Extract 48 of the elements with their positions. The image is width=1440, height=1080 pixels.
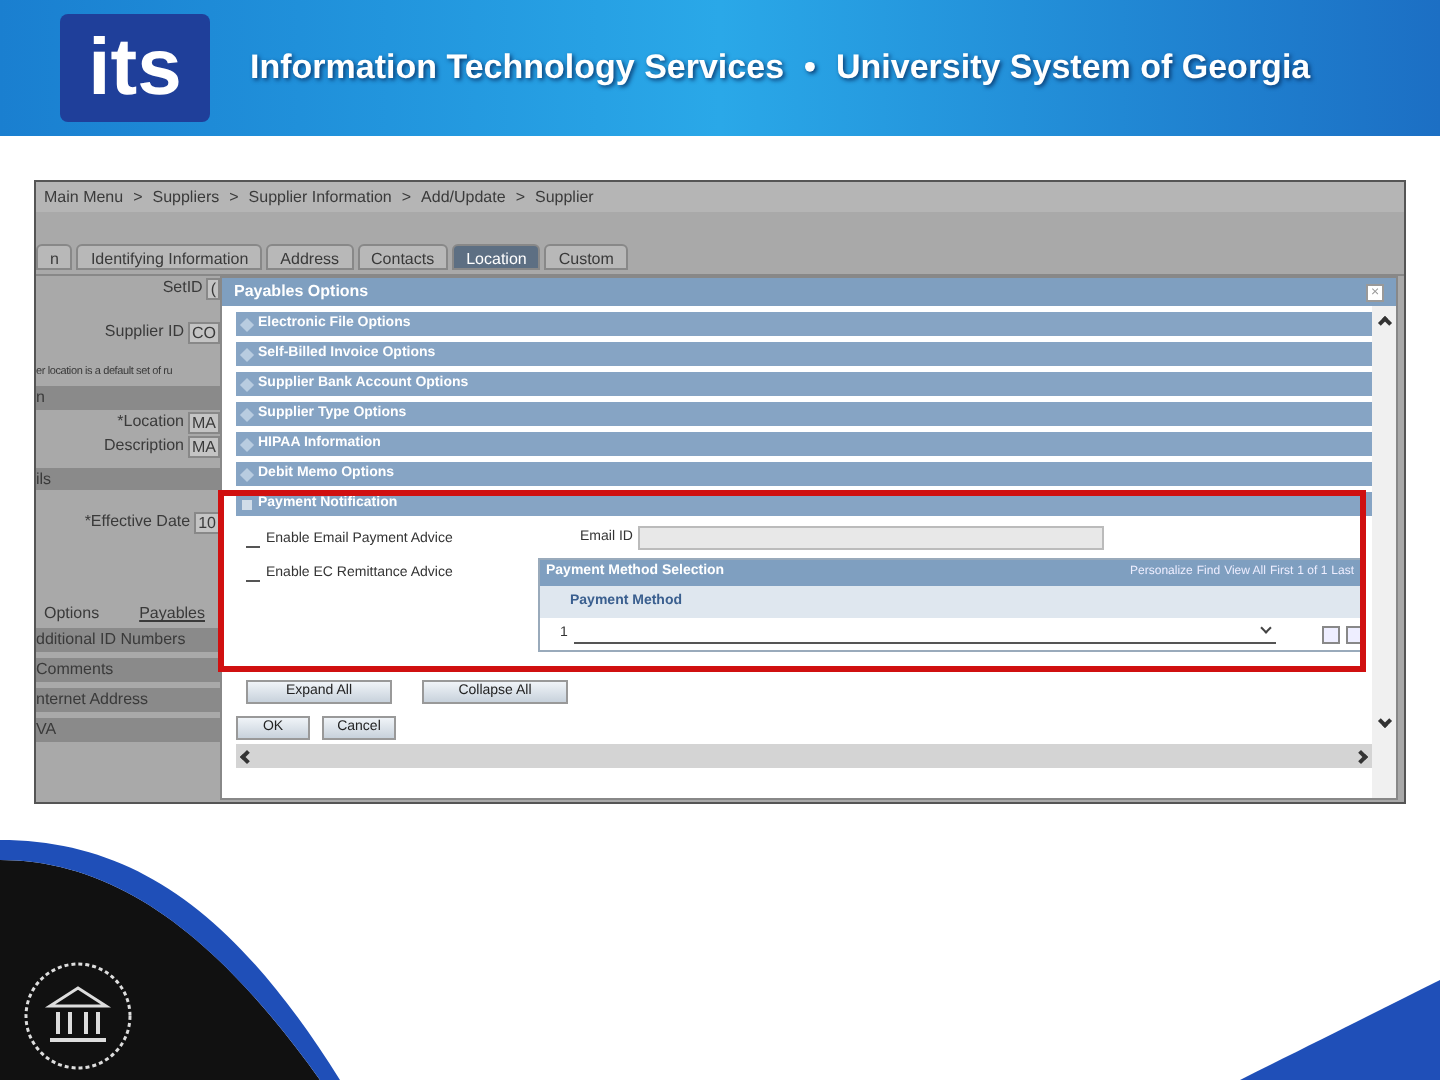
input-field[interactable] — [638, 526, 1105, 550]
logo: its — [60, 14, 210, 122]
tab[interactable]: Contacts — [357, 244, 449, 270]
breadcrumb-link[interactable]: Main Menu — [44, 185, 124, 209]
section-bar: VA — [36, 718, 220, 743]
link[interactable]: Payables — [139, 602, 205, 623]
section-bar: n — [36, 386, 220, 411]
tab[interactable]: Location — [452, 244, 541, 270]
breadcrumb-link[interactable]: Supplier Information — [248, 185, 392, 209]
tab[interactable]: Custom — [544, 244, 628, 270]
field-label: *Location — [117, 410, 184, 435]
breadcrumb-separator: > — [515, 185, 525, 209]
banner-subtitle: University System of Georgia — [835, 46, 1311, 91]
breadcrumb-link[interactable]: Supplier — [534, 185, 594, 209]
tab[interactable]: n — [36, 244, 73, 270]
breadcrumb-link[interactable]: Add/Update — [421, 185, 506, 209]
input-field[interactable]: 10 — [194, 511, 220, 534]
field-label: *Effective Date — [84, 510, 191, 535]
vertical-scrollbar[interactable] — [1372, 306, 1396, 798]
tab-label: Options — [44, 602, 100, 623]
up-arrow-icon — [1376, 315, 1392, 331]
bullet: • — [804, 46, 816, 91]
caret-icon — [1260, 622, 1272, 634]
down-arrow-icon — [1376, 713, 1392, 729]
section-bar: dditional ID Numbers — [36, 628, 220, 653]
input-field[interactable]: MA — [188, 411, 220, 434]
input-field[interactable]: ( — [206, 277, 220, 299]
field-label: SetID — [162, 276, 203, 300]
add-row-icon — [1322, 625, 1341, 643]
seal-icon — [20, 960, 136, 1072]
dialog-title: Payables Options — [234, 280, 369, 304]
input-field[interactable]: CO — [188, 321, 220, 343]
section-bar: nternet Address — [36, 688, 220, 713]
field-label: Supplier ID — [104, 320, 184, 344]
breadcrumb-separator: > — [229, 185, 239, 209]
tab[interactable]: Identifying Information — [76, 244, 263, 270]
section-bar: Comments — [36, 658, 220, 683]
input-field[interactable]: MA — [188, 435, 220, 458]
banner-title: Information Technology Services — [250, 46, 785, 91]
toggle-icon — [242, 499, 252, 509]
breadcrumb-link[interactable]: Suppliers — [152, 185, 220, 209]
right-arrow-icon — [1353, 748, 1369, 764]
left-arrow-icon — [239, 748, 255, 764]
field-label: Description — [103, 434, 184, 459]
breadcrumb-separator: > — [133, 185, 143, 209]
breadcrumb-separator: > — [401, 185, 412, 209]
section-bar: ils — [36, 468, 220, 491]
tab[interactable]: Address — [266, 244, 354, 270]
